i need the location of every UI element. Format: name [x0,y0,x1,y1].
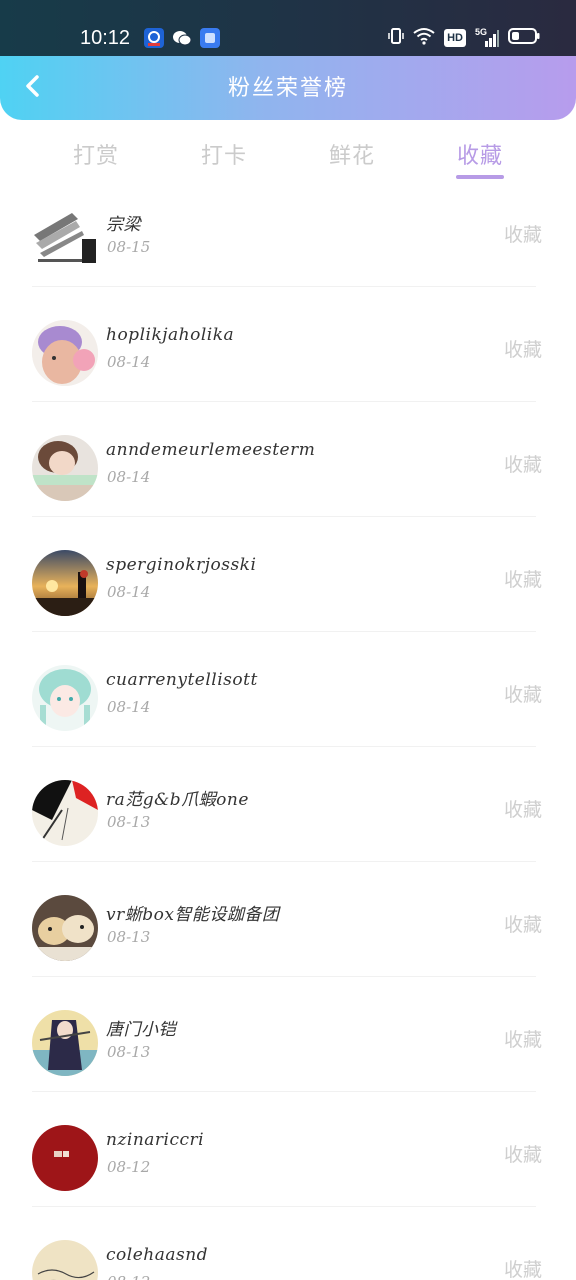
fan-name: colehaasnd [106,1245,209,1265]
status-icons: HD 5G [388,27,540,49]
list-item[interactable]: sperginokrjosski 08-14 收藏 [0,517,576,632]
fan-name: nzinariccri [106,1130,205,1150]
bank-app-icon [144,28,164,48]
status-time: 10:12 [80,27,131,49]
list-item[interactable]: nzinariccri 08-12 收藏 [0,1092,576,1207]
hd-icon: HD [444,29,466,47]
avatar [32,780,98,846]
fan-action: 收藏 [503,339,542,361]
signal-icon: 5G [475,27,499,48]
fan-action: 收藏 [503,1144,542,1166]
fan-date: 08-15 [107,238,151,256]
fan-action: 收藏 [503,684,542,706]
vibrate-icon [388,26,404,50]
fan-date: 08-13 [107,928,151,946]
list-item[interactable]: colehaasnd 08-12 收藏 [0,1207,576,1280]
tab-flowers[interactable]: 鲜花 [302,138,402,170]
avatar [32,205,98,271]
fan-date: 08-14 [107,353,151,371]
list-item[interactable]: ra范g&b爪蝦one 08-13 收藏 [0,747,576,862]
app-icon [200,28,220,48]
fan-action: 收藏 [503,914,542,936]
avatar [32,1240,98,1280]
fan-name: ra范g&b爪蝦one [106,790,249,810]
list-item[interactable]: 宗梁 08-15 收藏 [0,200,576,287]
avatar [32,665,98,731]
fan-date: 08-14 [107,583,151,601]
avatar [32,1125,98,1191]
header: 10:12 HD 5G 粉丝荣誉榜 [0,0,576,120]
avatar [32,895,98,961]
fan-date: 08-12 [107,1273,150,1280]
fan-date: 08-14 [107,698,151,716]
status-bar: 10:12 HD 5G [0,0,576,56]
tab-favorites[interactable]: 收藏 [430,138,530,170]
fan-date: 08-13 [107,1043,151,1061]
fan-name: anndemeurlemeesterm [106,440,316,460]
fan-name: 宗梁 [106,215,141,235]
tab-active-indicator [456,175,504,179]
fan-name: vr蜥box智能设跏备团 [106,905,280,925]
list-item[interactable]: vr蜥box智能设跏备团 08-13 收藏 [0,862,576,977]
battery-icon [508,27,540,49]
fan-name: hoplikjaholika [106,325,235,345]
fan-name: sperginokrjosski [106,555,257,575]
tab-checkin[interactable]: 打卡 [174,138,274,170]
list-item[interactable]: hoplikjaholika 08-14 收藏 [0,287,576,402]
fan-name: 唐门小铠 [106,1020,176,1040]
fan-action: 收藏 [503,1259,542,1280]
fan-action: 收藏 [503,799,542,821]
page-title: 粉丝荣誉榜 [227,76,348,101]
list-item[interactable]: cuarrenytellisott 08-14 收藏 [0,632,576,747]
avatar [32,435,98,501]
fan-date: 08-12 [107,1158,151,1176]
tab-reward[interactable]: 打赏 [46,138,146,170]
wifi-icon [413,27,435,49]
list-item[interactable]: 唐门小铠 08-13 收藏 [0,977,576,1092]
fan-date: 08-13 [107,813,151,831]
wechat-icon [172,28,192,48]
avatar [32,1010,98,1076]
avatar [32,550,98,616]
list-item[interactable]: anndemeurlemeesterm 08-14 收藏 [0,402,576,517]
fan-name: cuarrenytellisott [106,670,258,690]
fan-date: 08-14 [107,468,151,486]
fan-action: 收藏 [503,1029,542,1051]
fan-action: 收藏 [503,454,542,476]
fan-list: 宗梁 08-15 收藏 hoplikjaholika 08-14 收藏 annd… [0,200,576,1280]
tab-bar: 打赏 打卡 鲜花 收藏 [0,120,576,200]
fan-action: 收藏 [503,569,542,591]
fan-action: 收藏 [503,224,542,246]
avatar [32,320,98,386]
